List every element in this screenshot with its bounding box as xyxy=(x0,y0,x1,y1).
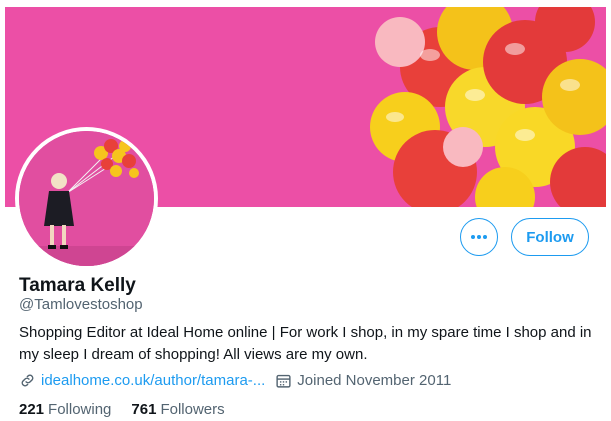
follow-counts: 221 Following 761 Followers xyxy=(19,401,225,418)
balloons-illustration xyxy=(370,7,606,207)
following-count: 221 xyxy=(19,401,45,418)
profile-handle: @Tamlovestoshop xyxy=(19,296,143,313)
profile-meta: idealhome.co.uk/author/tamara-... Joined… xyxy=(19,372,451,389)
joined-date: Joined November 2011 xyxy=(297,372,452,389)
profile-website-link[interactable]: idealhome.co.uk/author/tamara-... xyxy=(41,372,265,389)
avatar-image xyxy=(19,131,154,266)
more-horizontal-icon xyxy=(471,235,487,239)
profile-name: Tamara Kelly xyxy=(19,275,136,296)
follow-button-label: Follow xyxy=(526,228,574,246)
followers-link[interactable]: 761 Followers xyxy=(131,401,224,418)
more-options-button[interactable] xyxy=(460,218,498,256)
followers-label: Followers xyxy=(160,401,225,418)
link-icon xyxy=(21,374,34,387)
follow-button[interactable]: Follow xyxy=(511,218,589,256)
following-link[interactable]: 221 Following xyxy=(19,401,111,418)
followers-count: 761 xyxy=(131,401,157,418)
profile-bio: Shopping Editor at Ideal Home online | F… xyxy=(19,324,592,363)
profile-avatar[interactable] xyxy=(15,127,158,270)
calendar-icon xyxy=(276,374,291,388)
following-label: Following xyxy=(48,401,112,418)
